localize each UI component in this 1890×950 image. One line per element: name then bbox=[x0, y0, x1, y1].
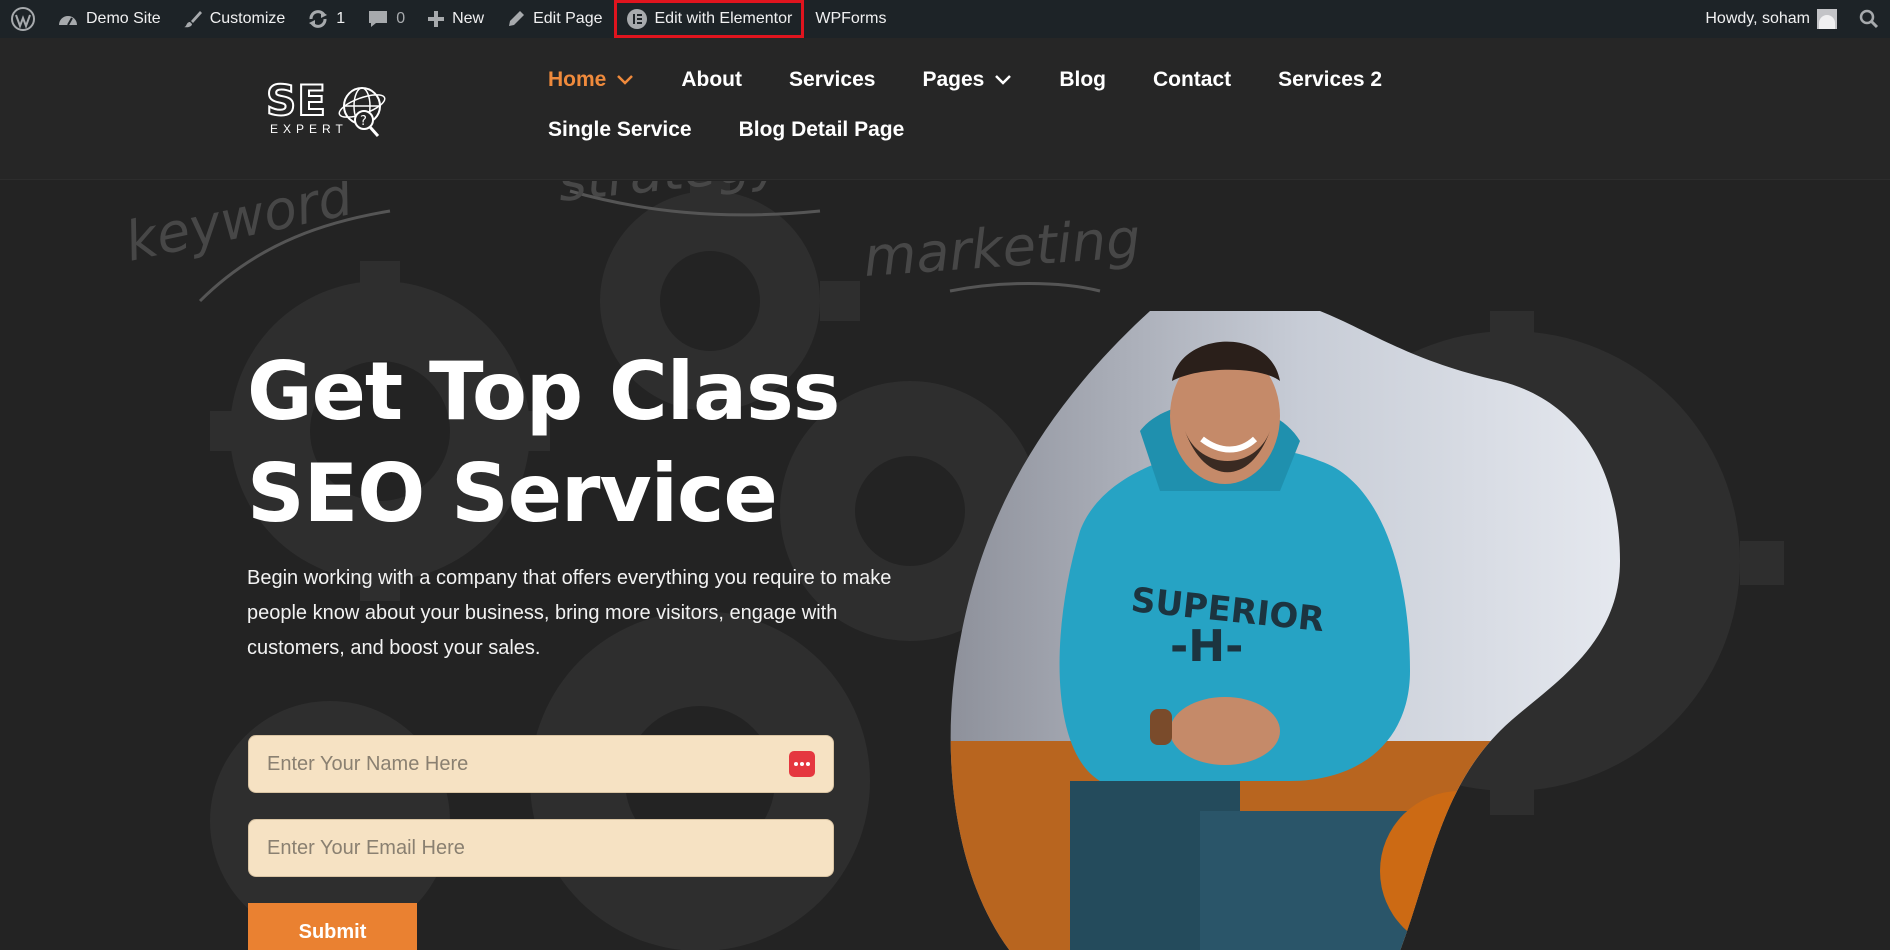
nav-single-service[interactable]: Single Service bbox=[548, 114, 692, 146]
new-content-menu[interactable]: New bbox=[416, 0, 495, 38]
email-input[interactable]: Enter Your Email Here bbox=[248, 819, 834, 877]
name-input-placeholder: Enter Your Name Here bbox=[267, 752, 469, 775]
nav-services-label: Services bbox=[789, 68, 876, 91]
pencil-icon bbox=[509, 11, 525, 26]
headline-line-2: SEO Service bbox=[247, 447, 778, 540]
wordpress-icon bbox=[11, 7, 35, 31]
autofill-icon[interactable] bbox=[789, 751, 815, 777]
plus-icon bbox=[428, 11, 445, 27]
edit-with-elementor-link[interactable]: Edit with Elementor bbox=[613, 0, 805, 38]
wp-logo-menu[interactable] bbox=[0, 0, 46, 38]
hero-person-photo: SUPERIOR -H- bbox=[950, 311, 1621, 950]
site-name-label: Demo Site bbox=[86, 10, 161, 27]
edit-page-link[interactable]: Edit Page bbox=[495, 0, 613, 38]
logo-mark: SE bbox=[265, 76, 327, 125]
nav-home[interactable]: Home bbox=[548, 64, 634, 96]
nav-contact-label: Contact bbox=[1152, 68, 1232, 91]
nav-blog-detail-page-label: Blog Detail Page bbox=[738, 118, 905, 141]
headline-line-1: Get Top Class bbox=[247, 345, 840, 438]
nav-services-2-label: Services 2 bbox=[1278, 68, 1383, 91]
site-logo[interactable]: SE EXPERT ? bbox=[265, 76, 392, 138]
svg-text:marketing: marketing bbox=[862, 207, 1143, 289]
wpforms-menu[interactable]: WPForms bbox=[804, 0, 897, 38]
updates-count: 1 bbox=[336, 10, 346, 27]
site-header: SE EXPERT ? Home About Services Pages Bl… bbox=[0, 38, 1890, 180]
nav-pages-label: Pages bbox=[922, 68, 985, 91]
hero-section: keyword strategy marketing Get Top Class… bbox=[0, 181, 1890, 950]
hero-headline: Get Top Class SEO Service bbox=[247, 341, 867, 545]
lead-line-3: customers, and boost your sales. bbox=[247, 637, 541, 659]
lead-line-1: Begin working with a company that offers… bbox=[247, 567, 892, 589]
nav-blog-detail-page[interactable]: Blog Detail Page bbox=[739, 114, 905, 146]
dashboard-icon bbox=[59, 16, 77, 26]
name-input[interactable]: Enter Your Name Here bbox=[248, 735, 834, 793]
elementor-icon bbox=[626, 9, 647, 29]
chevron-down-icon bbox=[995, 75, 1012, 85]
logo-subtitle: EXPERT bbox=[270, 122, 348, 136]
comment-icon bbox=[369, 11, 388, 27]
customize-link[interactable]: Customize bbox=[172, 0, 297, 38]
avatar bbox=[1817, 9, 1837, 29]
edit-page-label: Edit Page bbox=[533, 10, 603, 27]
site-name-menu[interactable]: Demo Site bbox=[46, 0, 172, 38]
lead-line-2: people know about your business, bring m… bbox=[247, 602, 838, 624]
wpforms-label: WPForms bbox=[815, 10, 887, 27]
svg-text:?: ? bbox=[360, 114, 367, 129]
nav-contact[interactable]: Contact bbox=[1153, 64, 1231, 96]
wp-admin-bar: Demo Site Customize 1 0 New Edit Page Ed… bbox=[0, 0, 1890, 38]
main-navigation: Home About Services Pages Blog Contact S… bbox=[548, 64, 1578, 146]
globe-magnifier-icon: ? bbox=[338, 87, 386, 137]
updates-link[interactable]: 1 bbox=[296, 0, 356, 38]
nav-about-label: About bbox=[681, 68, 743, 91]
svg-text:keyword: keyword bbox=[120, 181, 359, 274]
howdy-label: Howdy, soham bbox=[1705, 10, 1810, 27]
paintbrush-icon bbox=[183, 11, 202, 28]
nav-blog-label: Blog bbox=[1059, 68, 1106, 91]
nav-blog[interactable]: Blog bbox=[1059, 64, 1106, 96]
customize-label: Customize bbox=[209, 10, 286, 27]
updates-icon bbox=[309, 10, 328, 28]
submit-button[interactable]: Submit bbox=[248, 903, 417, 950]
email-input-placeholder: Enter Your Email Here bbox=[267, 836, 465, 859]
new-label: New bbox=[452, 10, 485, 27]
edit-with-elementor-label: Edit with Elementor bbox=[654, 10, 793, 27]
comments-count: 0 bbox=[396, 10, 406, 27]
admin-search[interactable] bbox=[1848, 0, 1890, 38]
hero-description: Begin working with a company that offers… bbox=[247, 561, 947, 666]
nav-single-service-label: Single Service bbox=[548, 118, 692, 141]
svg-text:-H-: -H- bbox=[1170, 621, 1243, 672]
nav-home-label: Home bbox=[548, 68, 607, 91]
nav-pages[interactable]: Pages bbox=[922, 64, 1012, 96]
chevron-down-icon bbox=[617, 75, 634, 85]
my-account-menu[interactable]: Howdy, soham bbox=[1694, 0, 1848, 38]
nav-services-2[interactable]: Services 2 bbox=[1278, 64, 1382, 96]
nav-about[interactable]: About bbox=[681, 64, 742, 96]
search-icon bbox=[1859, 9, 1879, 29]
comments-link[interactable]: 0 bbox=[356, 0, 416, 38]
nav-services[interactable]: Services bbox=[789, 64, 875, 96]
